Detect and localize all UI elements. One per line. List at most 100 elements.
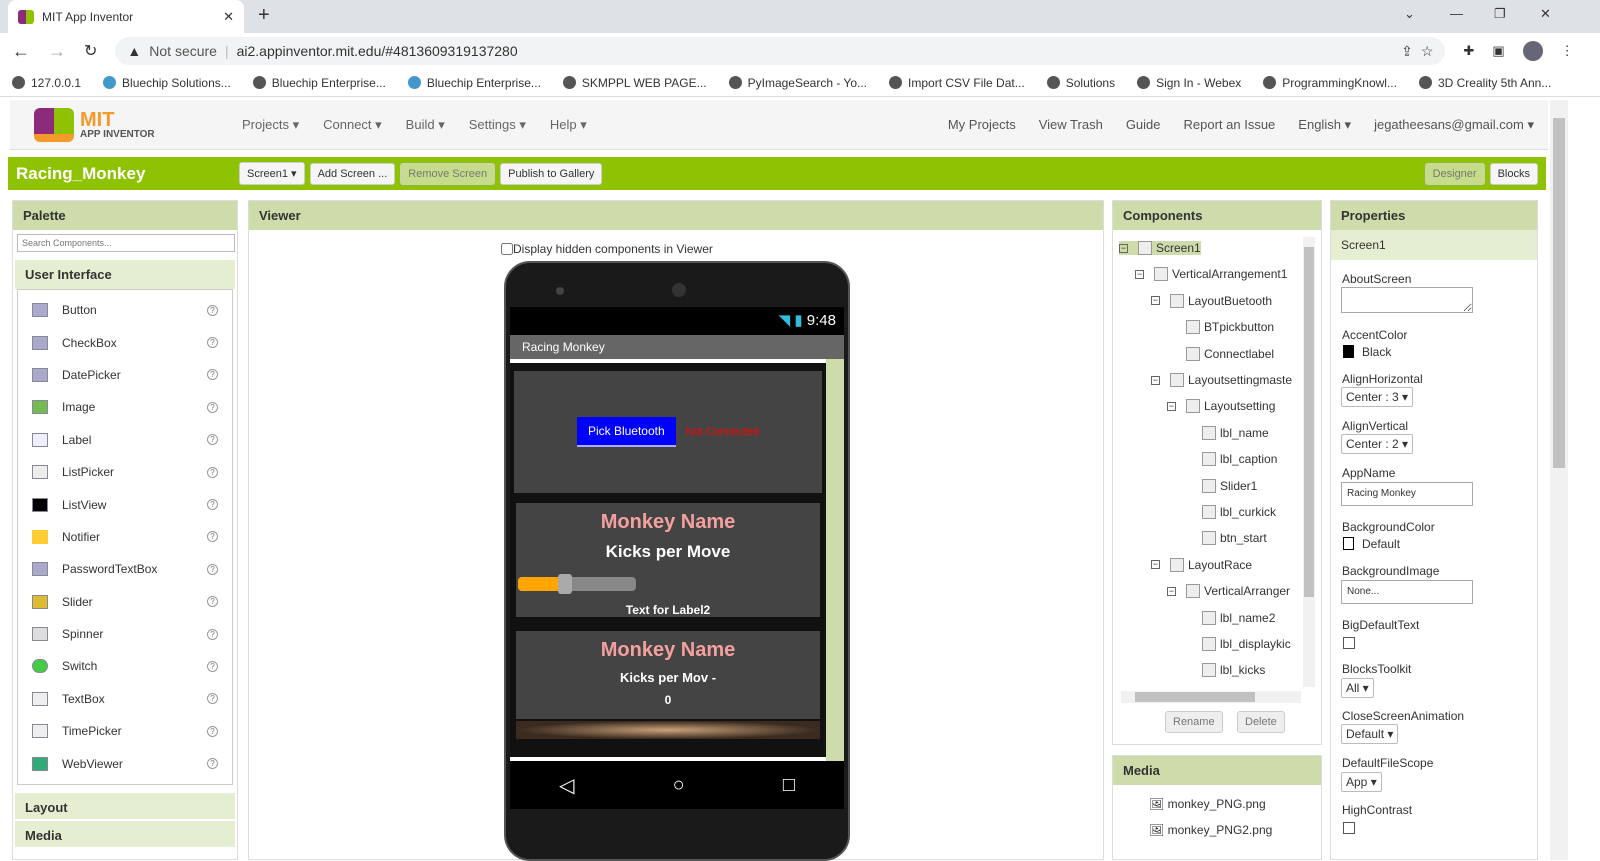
file-scope-select[interactable]: App ▾	[1341, 772, 1382, 792]
bookmark[interactable]: ProgrammingKnowl...	[1263, 76, 1397, 90]
palette-item-label[interactable]: Label?	[18, 424, 232, 456]
add-screen-button[interactable]: Add Screen ...	[309, 162, 396, 185]
section-layout[interactable]: Layout	[15, 792, 235, 819]
tree-item[interactable]: −lbl_curkick	[1183, 505, 1276, 519]
delete-button[interactable]: Delete	[1237, 711, 1285, 733]
back-icon[interactable]: ←	[12, 41, 30, 62]
bookmark[interactable]: 3D Creality 5th Ann...	[1418, 76, 1551, 90]
collapse-icon[interactable]: −	[1151, 375, 1160, 385]
tree-item[interactable]: − LayoutBuetooth	[1151, 293, 1272, 308]
maximize-icon[interactable]: ❐	[1494, 6, 1506, 22]
help-icon[interactable]: ?	[207, 466, 218, 478]
help-icon[interactable]: ?	[207, 499, 218, 511]
tree-item[interactable]: −BTpickbutton	[1167, 320, 1274, 335]
help-icon[interactable]: ?	[207, 596, 218, 608]
menu-projects[interactable]: Projects ▾	[242, 117, 299, 133]
tree-item[interactable]: −lbl_name2	[1183, 610, 1275, 625]
help-icon[interactable]: ?	[207, 369, 218, 381]
new-tab-icon[interactable]: +	[258, 4, 270, 27]
close-window-icon[interactable]: ✕	[1540, 6, 1551, 22]
close-tab-icon[interactable]: ✕	[223, 9, 234, 25]
palette-item-webviewer[interactable]: WebViewer?	[18, 747, 232, 779]
share-icon[interactable]: ⇪	[1401, 43, 1413, 60]
tree-item[interactable]: −lbl_name	[1183, 425, 1269, 440]
palette-item-passwordtextbox[interactable]: PasswordTextBox?	[18, 553, 232, 585]
extensions-icon[interactable]: ✚	[1463, 43, 1474, 59]
background-color-picker[interactable]: Default	[1343, 537, 1400, 551]
screen-select[interactable]: Screen1 ▾	[239, 162, 305, 185]
palette-item-textbox[interactable]: TextBox?	[18, 683, 232, 715]
menu-settings[interactable]: Settings ▾	[469, 117, 526, 133]
help-icon[interactable]: ?	[207, 725, 218, 737]
menu-connect[interactable]: Connect ▾	[323, 117, 382, 133]
language-menu[interactable]: English ▾	[1298, 117, 1351, 133]
palette-item-timepicker[interactable]: TimePicker?	[18, 715, 232, 747]
account-menu[interactable]: jegatheesans@gmail.com ▾	[1374, 117, 1534, 133]
menu-help[interactable]: Help ▾	[550, 117, 587, 133]
media-file[interactable]: 🖼 monkey_PNG.png	[1149, 797, 1266, 811]
help-icon[interactable]: ?	[207, 337, 218, 349]
collapse-icon[interactable]: −	[1151, 560, 1160, 570]
remove-screen-button[interactable]: Remove Screen	[400, 162, 496, 185]
tree-item[interactable]: −Connectlabel	[1167, 346, 1274, 361]
help-icon[interactable]: ?	[207, 531, 218, 543]
view-trash-link[interactable]: View Trash	[1039, 117, 1103, 133]
tree-item[interactable]: − VerticalArrangement1	[1135, 267, 1287, 282]
my-projects-link[interactable]: My Projects	[948, 117, 1016, 133]
help-icon[interactable]: ?	[207, 563, 218, 575]
collapse-icon[interactable]: −	[1119, 243, 1128, 253]
publish-button[interactable]: Publish to Gallery	[500, 162, 603, 185]
rename-button[interactable]: Rename	[1165, 711, 1223, 733]
accent-color-picker[interactable]: Black	[1343, 345, 1391, 359]
menu-icon[interactable]: ⋮	[1561, 43, 1574, 59]
palette-item-datepicker[interactable]: DatePicker?	[18, 359, 232, 391]
tree-item[interactable]: −Slider1	[1183, 478, 1257, 493]
tree-item[interactable]: − Screen1	[1119, 241, 1201, 255]
tree-item[interactable]: −btn_start	[1183, 531, 1267, 546]
high-contrast-checkbox[interactable]	[1343, 822, 1355, 834]
help-icon[interactable]: ?	[207, 304, 218, 316]
slider-thumb[interactable]	[558, 574, 573, 594]
bookmark[interactable]: Bluechip Enterprise...	[407, 76, 541, 90]
minimize-icon[interactable]: —	[1450, 6, 1463, 21]
avatar[interactable]	[1522, 41, 1543, 61]
help-icon[interactable]: ?	[207, 660, 218, 672]
about-screen-input[interactable]	[1341, 287, 1473, 313]
bookmark[interactable]: SKMPPL WEB PAGE...	[562, 76, 707, 90]
palette-item-slider[interactable]: Slider?	[18, 586, 232, 618]
collapse-icon[interactable]: −	[1167, 586, 1176, 596]
designer-button[interactable]: Designer	[1424, 162, 1485, 185]
mit-logo[interactable]: MIT APP INVENTOR	[10, 107, 210, 142]
palette-item-button[interactable]: Button?	[18, 294, 232, 326]
kicks-slider[interactable]	[518, 574, 636, 594]
collapse-icon[interactable]: −	[1151, 296, 1160, 306]
help-icon[interactable]: ?	[207, 628, 218, 640]
close-animation-select[interactable]: Default ▾	[1341, 724, 1399, 744]
media-file[interactable]: 🖼 monkey_PNG2.png	[1149, 823, 1272, 837]
pick-bluetooth-button[interactable]: Pick Bluetooth	[576, 417, 676, 447]
guide-link[interactable]: Guide	[1126, 117, 1161, 133]
bookmark[interactable]: Solutions	[1046, 76, 1115, 90]
help-icon[interactable]: ?	[207, 693, 218, 705]
help-icon[interactable]: ?	[207, 758, 218, 770]
section-user-interface[interactable]: User Interface	[15, 260, 235, 289]
background-image-input[interactable]: None...	[1341, 580, 1473, 604]
page-scrollbar[interactable]	[1550, 100, 1568, 860]
collapse-icon[interactable]: −	[1167, 401, 1176, 411]
help-icon[interactable]: ?	[207, 434, 218, 446]
bookmark[interactable]: 127.0.0.1	[12, 76, 81, 90]
collapse-icon[interactable]: −	[1135, 269, 1144, 279]
sidepanel-icon[interactable]: ▣	[1492, 43, 1504, 59]
palette-item-listpicker[interactable]: ListPicker?	[18, 456, 232, 488]
display-hidden-checkbox[interactable]: Display hidden components in Viewer	[501, 242, 713, 256]
palette-item-switch[interactable]: Switch?	[18, 650, 232, 682]
tab-search-icon[interactable]: ⌄	[1404, 6, 1415, 22]
tree-item[interactable]: − VerticalArranger	[1167, 584, 1290, 599]
blocks-button[interactable]: Blocks	[1489, 162, 1538, 185]
menu-build[interactable]: Build ▾	[406, 117, 445, 133]
tree-hscrollbar[interactable]	[1121, 691, 1301, 703]
palette-item-image[interactable]: Image?	[18, 391, 232, 423]
big-default-text-checkbox[interactable]	[1343, 637, 1355, 649]
search-components-input[interactable]	[17, 234, 235, 252]
bookmark-star-icon[interactable]: ☆	[1421, 43, 1434, 60]
